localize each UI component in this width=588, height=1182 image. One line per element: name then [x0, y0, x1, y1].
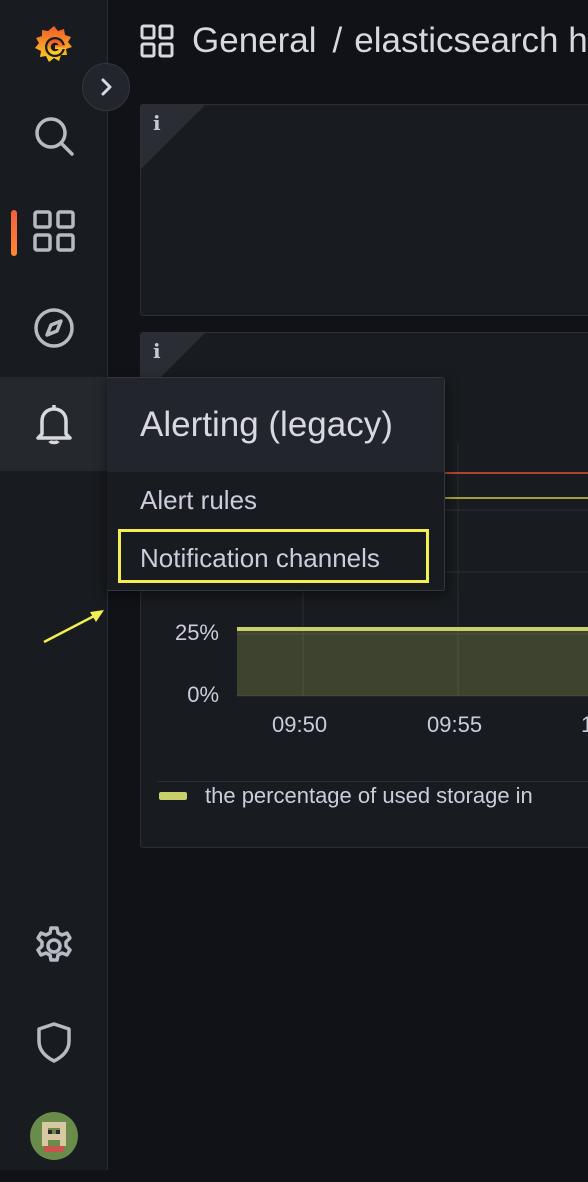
sidebar-item-dashboards[interactable] — [0, 185, 107, 277]
annotation-highlight-box — [118, 529, 429, 583]
sidebar-item-profile[interactable] — [0, 1090, 107, 1182]
sidebar-item-configuration[interactable] — [0, 900, 107, 992]
grafana-logo-icon — [34, 26, 72, 62]
menu-item-alert-rules[interactable]: Alert rules — [140, 485, 257, 516]
info-icon[interactable]: i — [153, 111, 161, 135]
panel-info-corner[interactable] — [141, 105, 205, 169]
sidebar-item-server-admin[interactable] — [0, 996, 107, 1088]
sidebar-expand-button[interactable] — [82, 63, 130, 111]
dashboard-title[interactable]: elasticsearch h — [354, 21, 587, 61]
dashboards-icon — [32, 210, 75, 252]
dashboards-grid-icon — [140, 24, 174, 58]
explore-icon — [33, 308, 74, 348]
legend-swatch — [159, 792, 187, 800]
bell-icon — [36, 405, 72, 445]
annotation-arrow — [43, 610, 104, 644]
search-icon — [34, 117, 74, 156]
x-tick-label: 09:50 — [272, 712, 328, 737]
avatar — [29, 1112, 78, 1160]
alerting-menu-header[interactable]: Alerting (legacy) — [107, 378, 444, 472]
y-tick-label: 0% — [187, 682, 219, 707]
breadcrumb-separator: / — [332, 21, 343, 60]
legend-label[interactable]: the percentage of used storage in — [205, 783, 533, 809]
sidebar-item-explore[interactable] — [0, 282, 107, 374]
breadcrumb: General / elasticsearch h — [140, 14, 588, 68]
shield-icon — [36, 1022, 71, 1063]
sidebar — [0, 0, 108, 1170]
legend-divider — [157, 781, 588, 782]
sidebar-item-alerting[interactable] — [0, 377, 108, 471]
panel-1: i — [140, 104, 588, 316]
alerting-menu-title[interactable]: Alerting (legacy) — [140, 405, 393, 445]
breadcrumb-folder[interactable]: General — [192, 21, 317, 61]
x-tick-label: 09:55 — [427, 712, 483, 737]
chart-legend[interactable]: the percentage of used storage in — [159, 783, 533, 809]
gear-icon — [35, 926, 72, 962]
chevron-right-icon — [101, 78, 112, 96]
y-tick-label: 25% — [174, 620, 219, 645]
series-area — [237, 629, 588, 696]
x-tick-label: 1 — [581, 712, 588, 738]
